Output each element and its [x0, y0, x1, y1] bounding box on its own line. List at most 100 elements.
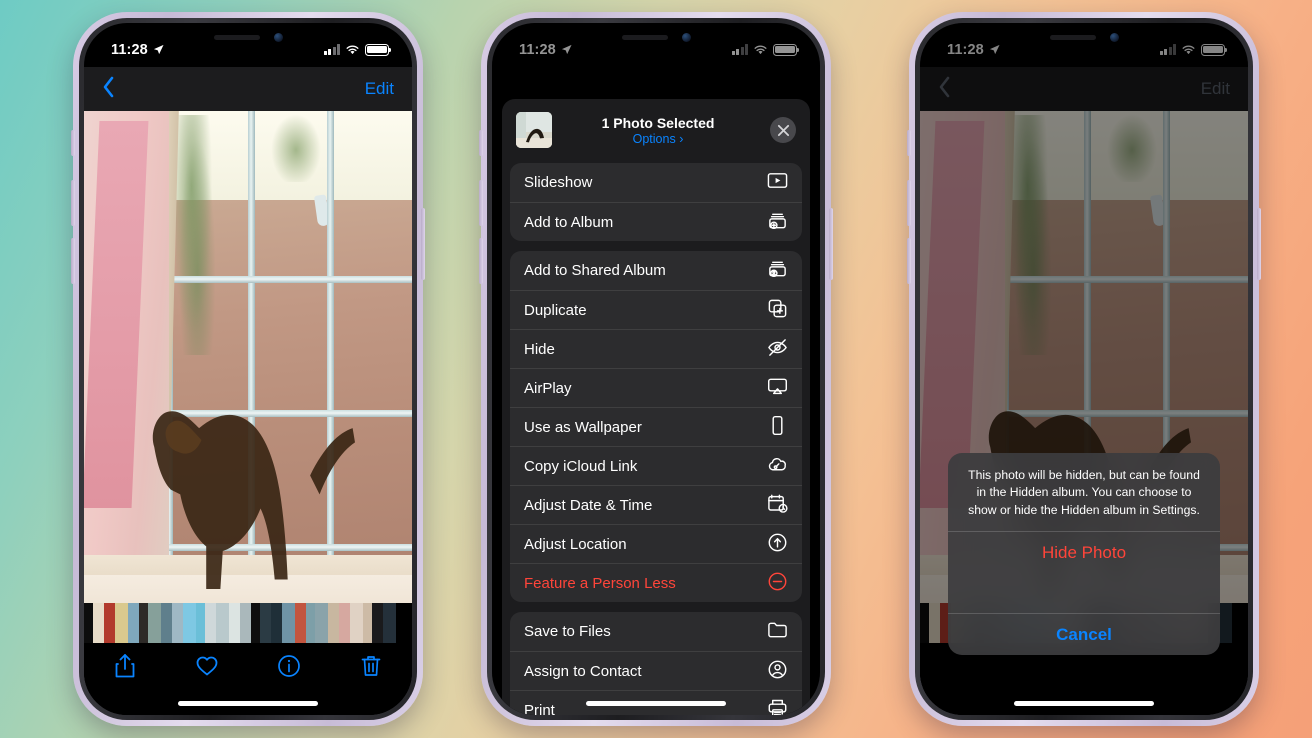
share-sheet-row-label: Use as Wallpaper	[524, 418, 642, 436]
hide-eye-icon	[767, 337, 788, 362]
phone-device-2: 1 Photo Selected Options › Slideshow Add …	[479, 12, 833, 726]
thumbnail-item[interactable]	[350, 603, 363, 643]
share-sheet-row[interactable]: AirPlay	[510, 368, 802, 407]
add-to-album-icon	[767, 210, 788, 235]
thumbnail-item[interactable]	[216, 603, 229, 643]
share-sheet-row[interactable]: Add to Album	[510, 202, 802, 241]
info-icon[interactable]	[277, 653, 301, 684]
home-indicator-1[interactable]	[178, 701, 318, 706]
share-sheet-group: Save to Files Assign to Contact Print	[510, 612, 802, 715]
thumbnail-item[interactable]	[229, 603, 240, 643]
hide-photo-alert: This photo will be hidden, but can be fo…	[948, 453, 1220, 655]
phone-screen-1: Edit 11:28	[84, 23, 412, 715]
trash-icon[interactable]	[359, 653, 383, 684]
mute-switch[interactable]	[907, 130, 911, 156]
close-icon	[777, 124, 789, 136]
share-sheet-group: Slideshow Add to Album	[510, 163, 802, 241]
phone-bezel-3: Edit This photo will be hidden, but can …	[915, 18, 1253, 720]
phone-device-1: Edit 11:28	[71, 12, 425, 726]
thumbnail-item[interactable]	[339, 603, 350, 643]
thumbnail-item[interactable]	[104, 603, 115, 643]
device-notch-3	[1001, 23, 1167, 51]
thumbnail-item[interactable]	[183, 603, 196, 643]
hide-photo-button[interactable]: Hide Photo	[948, 531, 1220, 573]
volume-down-button[interactable]	[71, 238, 75, 284]
share-sheet-group: Add to Shared Album Duplicate Hide AirPlay U…	[510, 251, 802, 602]
share-sheet-row[interactable]: Adjust Location	[510, 524, 802, 563]
phone-bezel-2: 1 Photo Selected Options › Slideshow Add …	[487, 18, 825, 720]
thumbnail-item[interactable]	[93, 603, 104, 643]
thumbnail-item[interactable]	[363, 603, 372, 643]
share-sheet-row[interactable]: Add to Shared Album	[510, 251, 802, 290]
share-sheet-row[interactable]: Feature a Person Less	[510, 563, 802, 602]
share-sheet-row[interactable]: Duplicate	[510, 290, 802, 329]
share-sheet-row[interactable]: Assign to Contact	[510, 651, 802, 690]
location-arrow-icon	[153, 44, 164, 55]
location-circle-icon	[767, 532, 788, 557]
earpiece-speaker	[621, 34, 668, 40]
folder-icon	[767, 619, 788, 644]
volume-up-button[interactable]	[71, 180, 75, 226]
mute-switch[interactable]	[71, 130, 75, 156]
thumbnail-item[interactable]	[172, 603, 183, 643]
mute-switch[interactable]	[479, 130, 483, 156]
share-sheet-row[interactable]: Adjust Date & Time	[510, 485, 802, 524]
thumbnail-item[interactable]	[383, 603, 396, 643]
volume-up-button[interactable]	[907, 180, 911, 226]
thumbnail-item[interactable]	[260, 603, 271, 643]
thumbnail-item[interactable]	[148, 603, 161, 643]
thumbnail-item[interactable]	[295, 603, 306, 643]
thumbnail-item[interactable]	[282, 603, 295, 643]
photo-viewer-1[interactable]	[84, 111, 412, 715]
thumbnail-item[interactable]	[139, 603, 148, 643]
home-indicator-3[interactable]	[1014, 701, 1154, 706]
photo-image-1	[84, 111, 412, 627]
home-indicator-2[interactable]	[586, 701, 726, 706]
share-sheet-row[interactable]: Copy iCloud Link	[510, 446, 802, 485]
thumbnail-item[interactable]	[205, 603, 216, 643]
share-sheet-row[interactable]: Save to Files	[510, 612, 802, 651]
thumbnail-item[interactable]	[306, 603, 315, 643]
thumbnail-item[interactable]	[372, 603, 383, 643]
share-sheet-row[interactable]: Use as Wallpaper	[510, 407, 802, 446]
selected-photo-thumbnail[interactable]	[516, 112, 552, 148]
power-button[interactable]	[421, 208, 425, 280]
thumbnail-item[interactable]	[196, 603, 205, 643]
thumbnail-item[interactable]	[161, 603, 172, 643]
volume-down-button[interactable]	[907, 238, 911, 284]
thumbnail-item[interactable]	[328, 603, 339, 643]
heart-icon[interactable]	[195, 653, 219, 684]
calendar-clock-icon	[767, 493, 788, 518]
thumbnail-item[interactable]	[315, 603, 328, 643]
share-sheet-options-link[interactable]: Options ›	[557, 132, 759, 146]
close-button[interactable]	[770, 117, 796, 143]
share-sheet-row-label: Save to Files	[524, 623, 611, 640]
alert-spacer	[948, 573, 1220, 613]
share-sheet-row-label: Adjust Location	[524, 535, 627, 553]
thumbnail-item[interactable]	[251, 603, 260, 643]
share-sheet-row[interactable]: Hide	[510, 329, 802, 368]
airplay-icon	[767, 376, 788, 401]
cancel-button[interactable]: Cancel	[948, 613, 1220, 655]
minus-circle-icon	[767, 571, 788, 596]
share-sheet-row-label: Print	[524, 701, 555, 716]
photo-thumbnail-strip-1[interactable]	[84, 603, 412, 643]
volume-up-button[interactable]	[479, 180, 483, 226]
share-sheet-row-label: Hide	[524, 340, 555, 358]
thumbnail-item[interactable]	[128, 603, 139, 643]
duplicate-icon	[767, 298, 788, 323]
share-sheet-row[interactable]: Slideshow	[510, 163, 802, 202]
thumbnail-item[interactable]	[115, 603, 128, 643]
power-button[interactable]	[1257, 208, 1261, 280]
share-sheet-row-label: Assign to Contact	[524, 662, 642, 680]
edit-button[interactable]: Edit	[365, 79, 394, 99]
thumbnail-item[interactable]	[84, 603, 93, 643]
volume-down-button[interactable]	[479, 238, 483, 284]
back-button[interactable]	[102, 76, 115, 103]
share-icon[interactable]	[113, 653, 137, 684]
share-sheet-row-label: Copy iCloud Link	[524, 457, 638, 475]
front-camera-icon	[1109, 32, 1119, 42]
thumbnail-item[interactable]	[271, 603, 282, 643]
thumbnail-item[interactable]	[240, 603, 251, 643]
power-button[interactable]	[829, 208, 833, 280]
